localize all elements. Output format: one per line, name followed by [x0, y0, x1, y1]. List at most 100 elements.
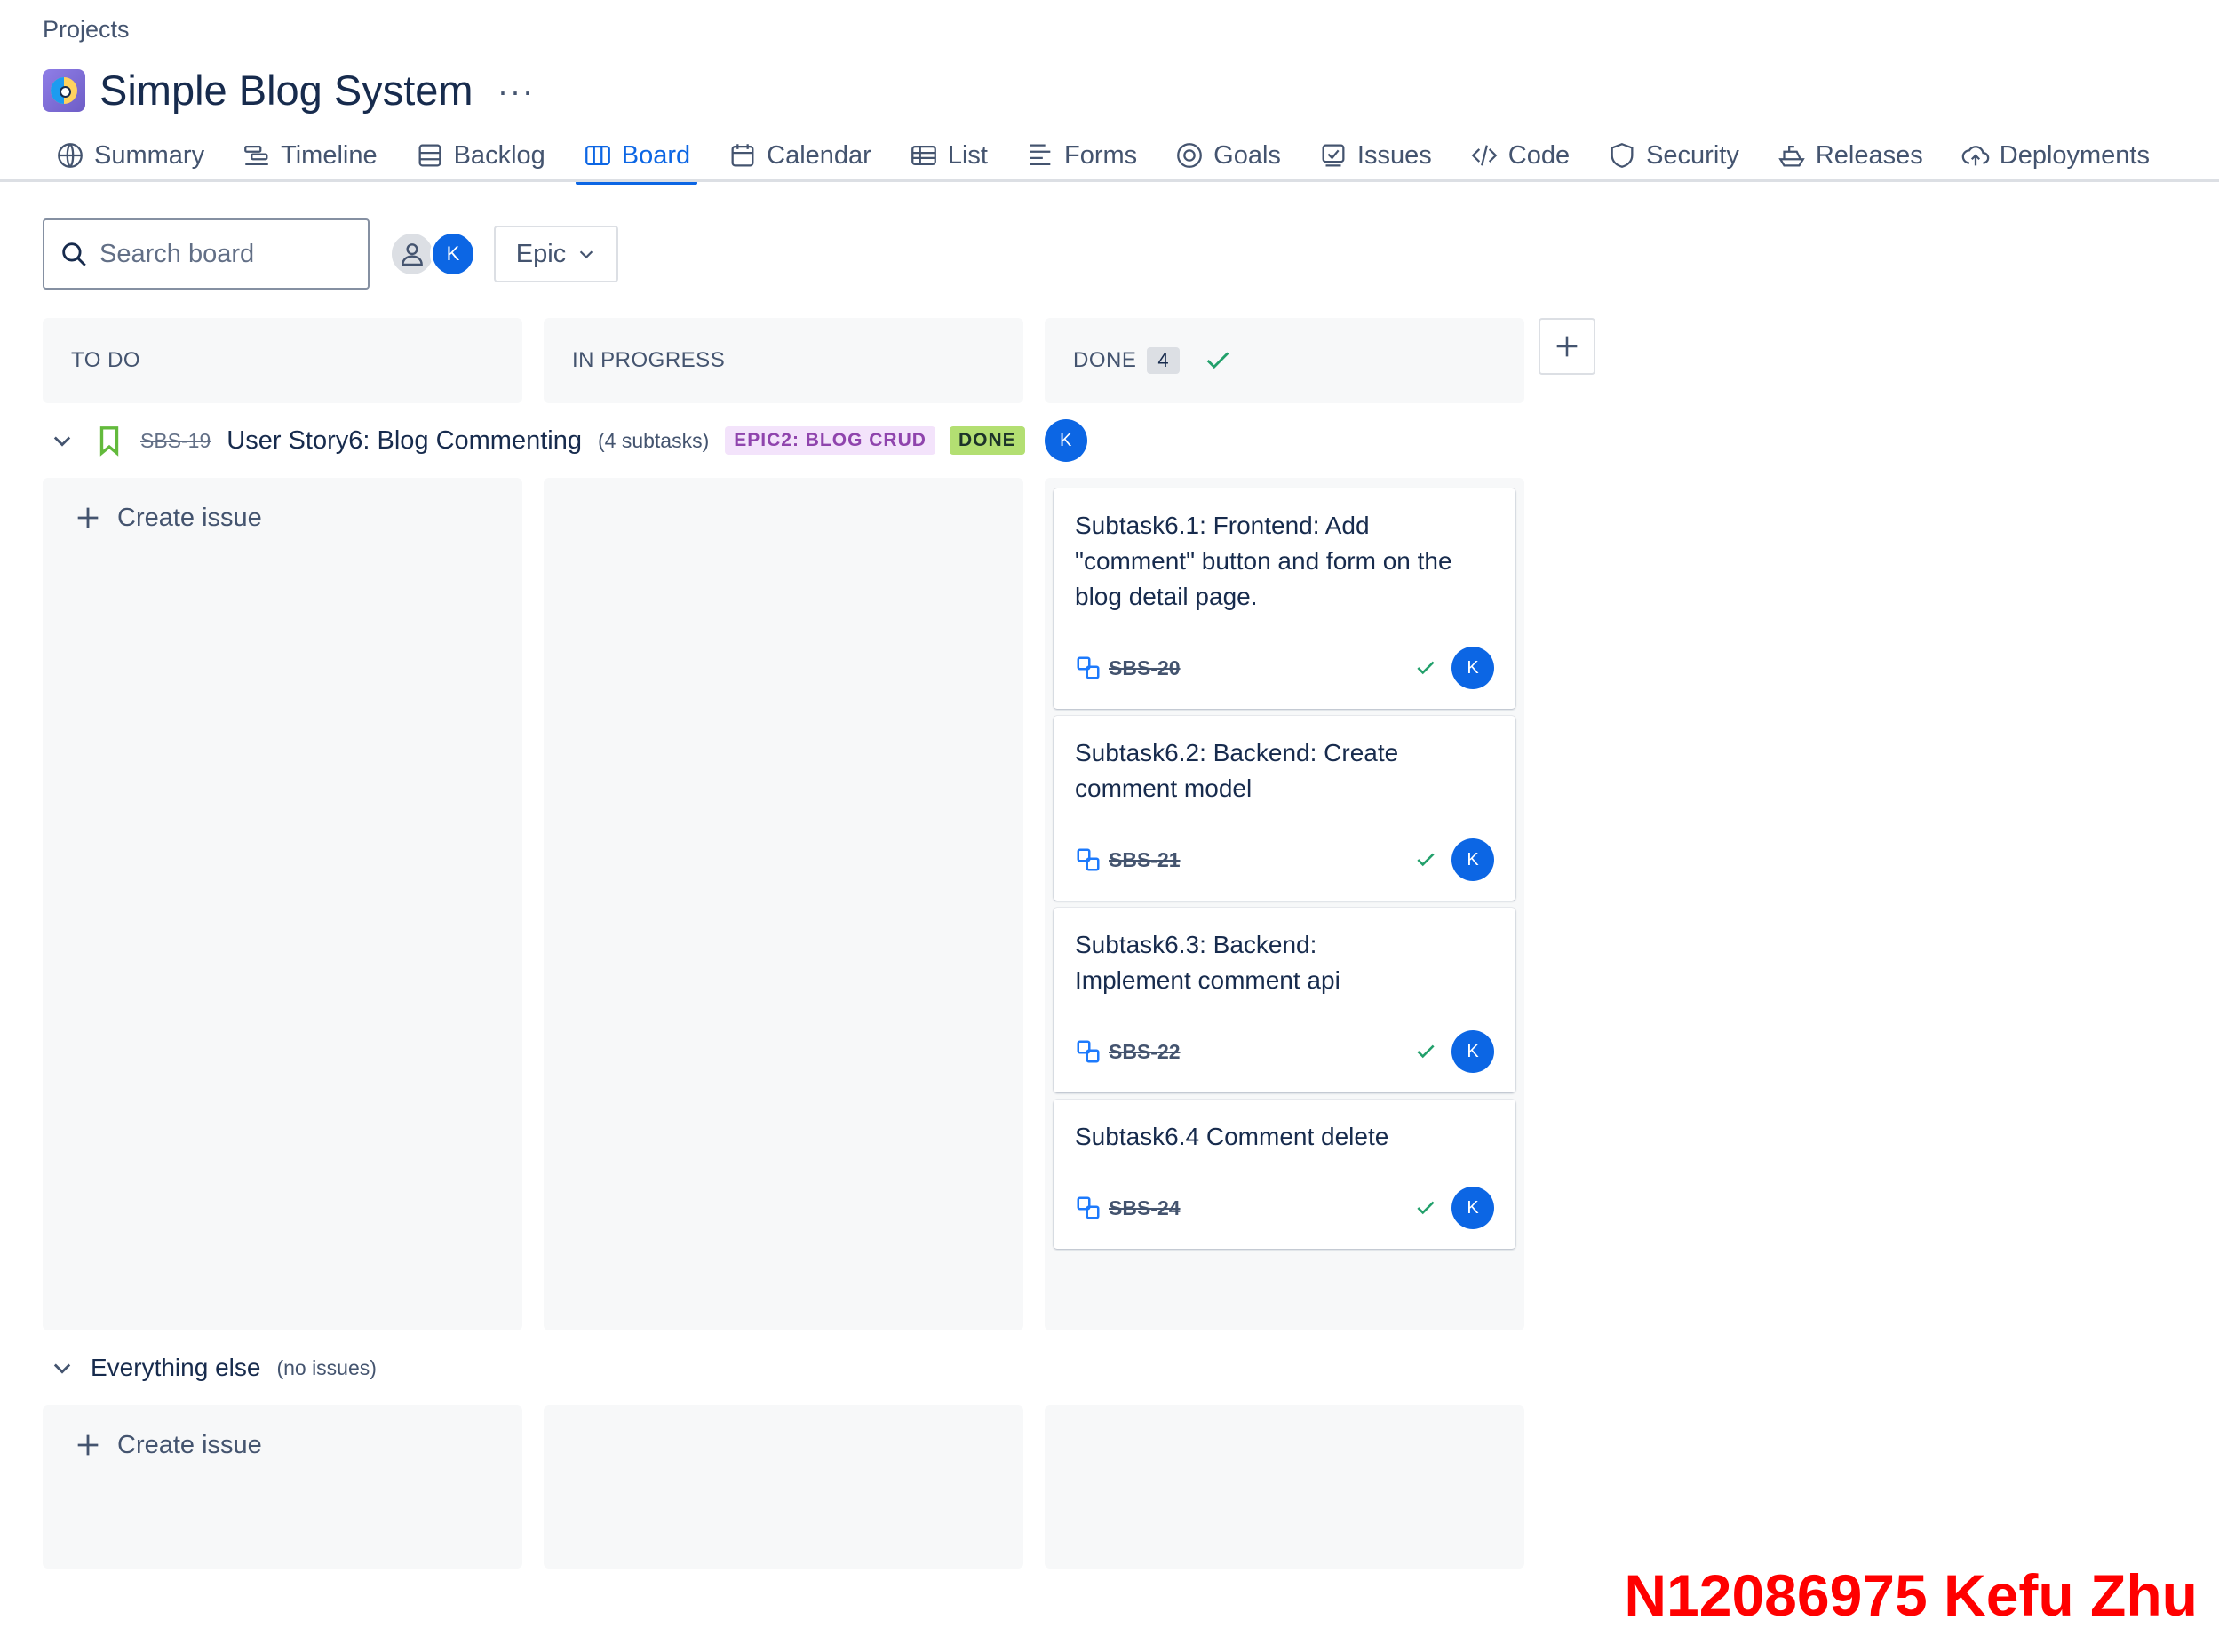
goals-icon	[1177, 143, 1203, 168]
tab-label: Timeline	[281, 140, 378, 170]
breadcrumb[interactable]: Projects	[43, 16, 130, 44]
calendar-icon	[731, 144, 754, 167]
status-lozenge: DONE	[949, 426, 1025, 455]
project-tabs: Summary Timeline Backlog Board Calendar …	[48, 135, 2157, 185]
issue-card[interactable]: Subtask6.3: Backend: Implement comment a…	[1054, 908, 1515, 1092]
tab-calendar[interactable]: Calendar	[720, 135, 879, 176]
column-header-done[interactable]: DONE 4	[1045, 318, 1524, 403]
check-icon	[1206, 352, 1229, 369]
list-icon	[911, 145, 936, 166]
create-issue-button[interactable]: Create issue	[73, 503, 262, 533]
subtask-count: (4 subtasks)	[597, 428, 710, 452]
assignee-avatar[interactable]: K	[1451, 647, 1494, 689]
add-column-button[interactable]	[1539, 318, 1595, 375]
tab-security[interactable]: Security	[1600, 135, 1746, 176]
tab-label: Board	[621, 140, 691, 170]
tab-issues[interactable]: Issues	[1311, 135, 1439, 176]
card-key[interactable]: SBS-21	[1109, 848, 1181, 872]
story-key[interactable]: SBS-19	[140, 429, 211, 453]
card-title: Subtask6.3: Backend: Implement comment a…	[1075, 931, 1340, 994]
watermark-text: N12086975 Kefu Zhu	[1624, 1562, 2198, 1628]
swimlane-everything-else[interactable]: Everything else (no issues)	[50, 1354, 377, 1382]
swimlane-header[interactable]: SBS-19 User Story6: Blog Commenting (4 s…	[50, 419, 1087, 462]
tab-timeline[interactable]: Timeline	[235, 135, 385, 176]
issues-icon	[1322, 144, 1345, 167]
assignee-avatar[interactable]: K	[1451, 1187, 1494, 1229]
column-header-in-progress[interactable]: IN PROGRESS	[544, 318, 1023, 403]
card-title: Subtask6.4 Comment delete	[1075, 1123, 1389, 1150]
tab-summary[interactable]: Summary	[48, 135, 211, 176]
swimlane-label: Everything else	[91, 1354, 261, 1381]
search-icon	[62, 242, 86, 266]
tab-deployments[interactable]: Deployments	[1953, 135, 2157, 176]
check-icon	[1417, 1044, 1435, 1059]
tab-label: Forms	[1063, 140, 1138, 170]
card-key[interactable]: SBS-22	[1109, 1040, 1181, 1064]
issue-count-badge: 4	[1147, 347, 1181, 374]
lane-in-progress-else	[544, 1405, 1023, 1569]
tab-label: Deployments	[1999, 140, 2150, 170]
tab-label: List	[947, 140, 988, 170]
epic-filter-button[interactable]: Epic	[494, 226, 618, 282]
subtask-icon	[1077, 1196, 1100, 1219]
tab-label: Summary	[94, 140, 205, 170]
issue-card[interactable]: Subtask6.4 Comment delete SBS-24 K	[1054, 1100, 1515, 1249]
create-issue-label: Create issue	[117, 503, 262, 532]
assignee-avatar[interactable]: K	[1451, 1030, 1494, 1073]
tab-releases[interactable]: Releases	[1770, 135, 1930, 176]
plus-icon	[77, 507, 99, 528]
card-key[interactable]: SBS-24	[1109, 1196, 1181, 1220]
assignee-filter-avatar[interactable]: K	[430, 231, 476, 277]
assignee-avatar[interactable]: K	[1451, 838, 1494, 881]
chevron-down-icon[interactable]	[50, 428, 75, 453]
swimlane-issue-count: (no issues)	[276, 1355, 377, 1379]
person-icon	[402, 243, 423, 266]
column-title: DONE	[1073, 348, 1137, 372]
more-actions-button[interactable]: ···	[497, 73, 535, 110]
epic-lozenge: EPIC2: BLOG CRUD	[725, 426, 935, 455]
ship-icon	[1778, 145, 1805, 167]
search-input[interactable]	[99, 239, 348, 269]
card-title: Subtask6.2: Backend: Create comment mode…	[1075, 739, 1399, 802]
unassigned-filter-avatar[interactable]	[389, 231, 435, 277]
lane-todo: Create issue	[43, 478, 522, 1330]
tab-goals[interactable]: Goals	[1167, 135, 1288, 176]
tab-label: Calendar	[767, 140, 871, 170]
column-title: IN PROGRESS	[572, 348, 726, 372]
tab-forms[interactable]: Forms	[1018, 135, 1144, 176]
tab-label: Releases	[1815, 140, 1923, 170]
search-board[interactable]	[43, 218, 370, 290]
lane-done-else	[1045, 1405, 1524, 1569]
tab-label: Goals	[1213, 140, 1281, 170]
subtask-icon	[1077, 1040, 1100, 1063]
lane-todo-else: Create issue	[43, 1405, 522, 1569]
check-icon	[1417, 661, 1435, 675]
tab-list[interactable]: List	[902, 135, 995, 176]
epic-filter-label: Epic	[515, 239, 567, 268]
tab-label: Code	[1507, 140, 1571, 170]
column-title: TO DO	[71, 348, 141, 372]
assignee-avatar[interactable]: K	[1044, 419, 1087, 462]
page-title: Simple Blog System	[99, 67, 473, 114]
tab-backlog[interactable]: Backlog	[408, 135, 553, 176]
backlog-icon	[418, 144, 441, 167]
card-key[interactable]: SBS-20	[1109, 656, 1181, 680]
issue-card[interactable]: Subtask6.1: Frontend: Add "comment" butt…	[1054, 488, 1515, 709]
issue-card[interactable]: Subtask6.2: Backend: Create comment mode…	[1054, 716, 1515, 901]
card-title: Subtask6.1: Frontend: Add "comment" butt…	[1075, 512, 1452, 610]
shield-icon	[1611, 143, 1634, 168]
tab-label: Issues	[1356, 140, 1432, 170]
tab-code[interactable]: Code	[1462, 135, 1577, 176]
lane-in-progress	[544, 478, 1023, 1330]
globe-icon	[58, 143, 83, 168]
create-issue-button[interactable]: Create issue	[73, 1430, 262, 1460]
column-header-todo[interactable]: TO DO	[43, 318, 522, 403]
chevron-down-icon[interactable]	[50, 1355, 75, 1380]
story-title[interactable]: User Story6: Blog Commenting	[227, 426, 582, 456]
board-icon	[585, 145, 610, 166]
check-icon	[1417, 1201, 1435, 1215]
subtask-icon	[1077, 848, 1100, 871]
code-icon	[1471, 145, 1498, 166]
tab-board[interactable]: Board	[575, 135, 698, 185]
timeline-icon	[244, 145, 268, 166]
